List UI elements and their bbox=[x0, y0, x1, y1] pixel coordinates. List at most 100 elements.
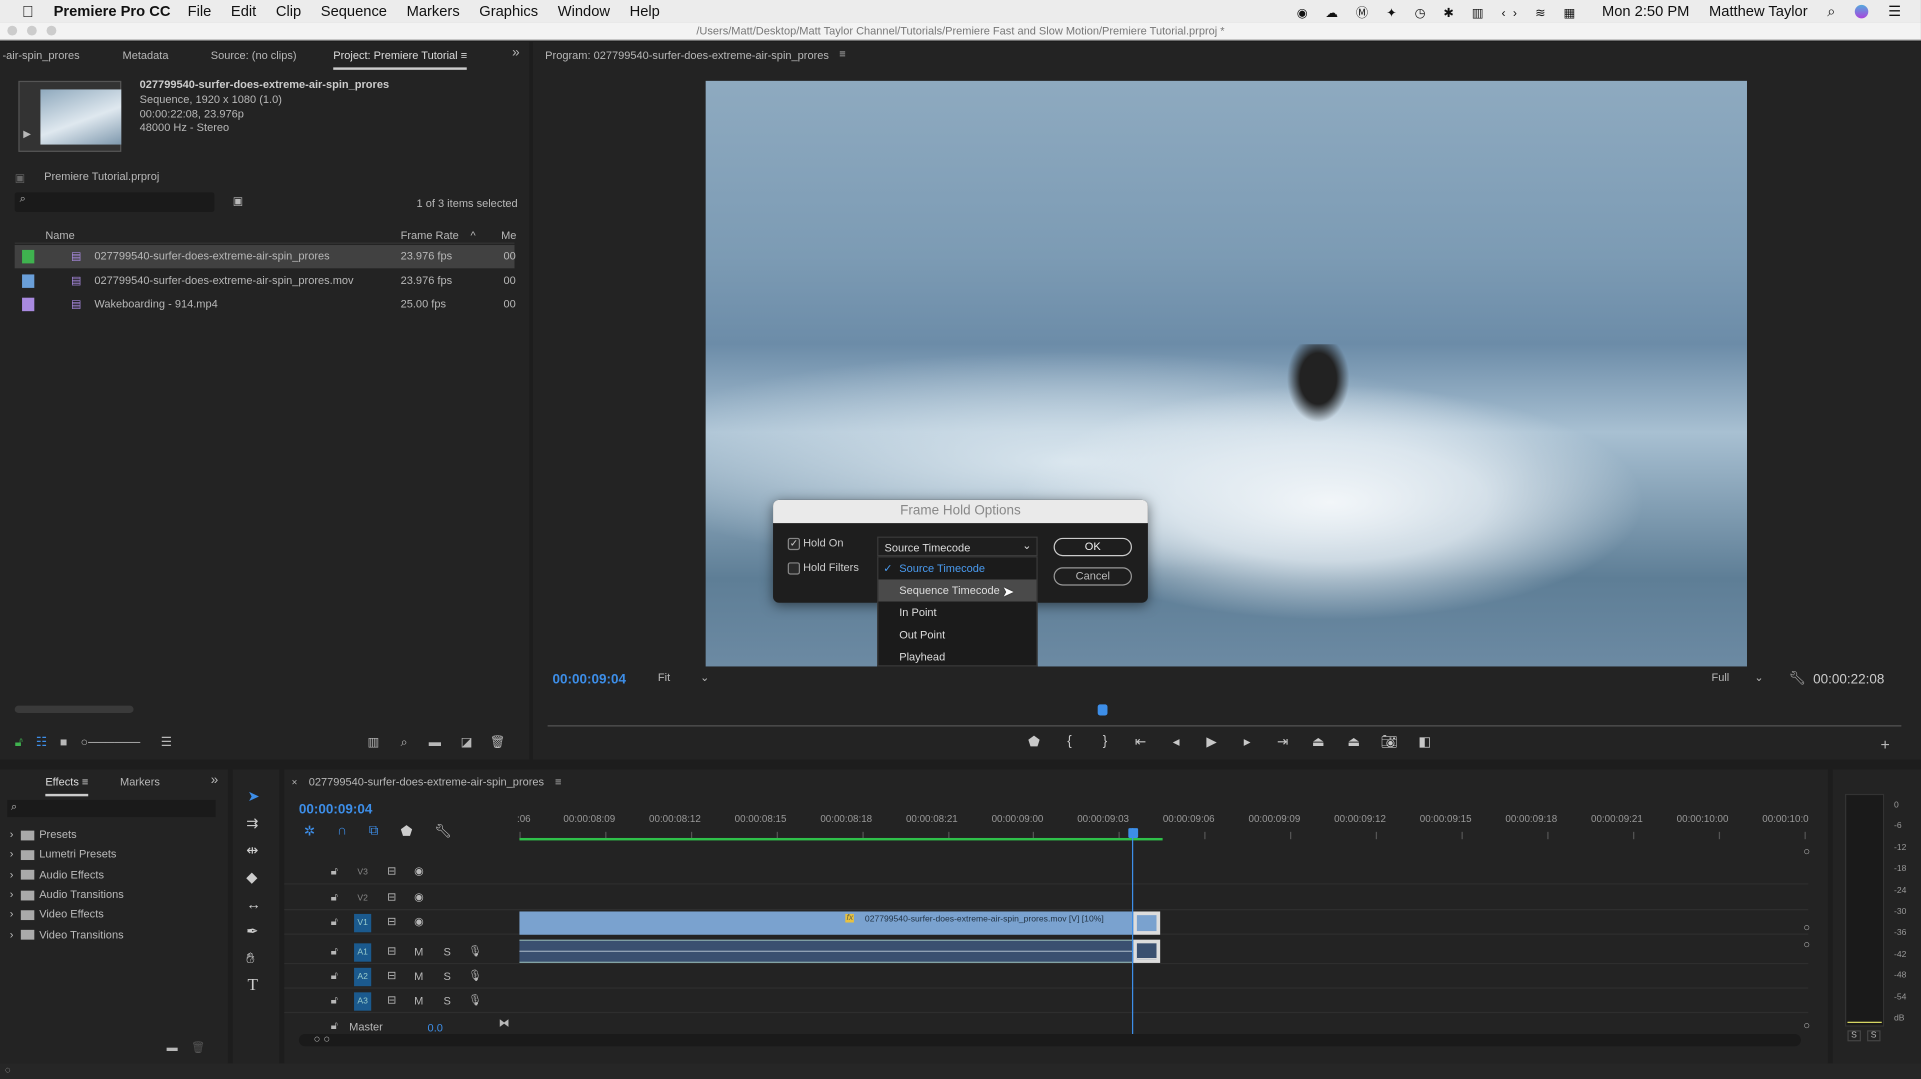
disclosure-triangle-icon[interactable]: › bbox=[10, 928, 14, 940]
trash-icon[interactable]: 🗑︎ bbox=[191, 1041, 205, 1054]
video-clip[interactable]: fx 027799540-surfer-does-extreme-air-spi… bbox=[519, 911, 1134, 935]
effects-search-input[interactable]: ⌕ bbox=[7, 799, 216, 818]
sequence-tab[interactable]: 027799540-surfer-does-extreme-air-spin_p… bbox=[309, 775, 544, 787]
apple-icon[interactable]:  bbox=[22, 2, 34, 20]
lift-icon[interactable]: ⏏ bbox=[1307, 734, 1329, 750]
project-search-input[interactable]: ⌕ bbox=[14, 192, 215, 212]
hold-filters-checkbox[interactable]: Hold Filters bbox=[787, 561, 859, 575]
track-select-tool-icon[interactable]: ⇉ bbox=[246, 815, 258, 832]
column-frame-rate[interactable]: Frame Rate bbox=[401, 229, 459, 241]
ok-button[interactable]: OK bbox=[1053, 537, 1132, 557]
notification-center-icon[interactable]: ☰ bbox=[1888, 2, 1901, 19]
go-to-out-icon[interactable]: ⇥ bbox=[1272, 734, 1294, 750]
menu-sequence[interactable]: Sequence bbox=[321, 2, 387, 19]
wrench-icon[interactable]: 🔧︎ bbox=[1789, 670, 1806, 686]
app-menu[interactable]: Premiere Pro CC bbox=[54, 2, 171, 19]
sync-lock-icon[interactable]: ⊟ bbox=[387, 969, 396, 982]
lock-icon[interactable]: 🔓︎ bbox=[331, 945, 338, 958]
track-target-v3[interactable]: V3 bbox=[354, 864, 371, 882]
eye-icon[interactable]: ◉ bbox=[414, 915, 424, 928]
zoom-level-select[interactable]: Fit ⌄ bbox=[658, 671, 719, 688]
disclosure-triangle-icon[interactable]: › bbox=[10, 888, 14, 900]
list-view-icon[interactable]: ☷ bbox=[36, 736, 47, 749]
lock-icon[interactable]: 🔓︎ bbox=[331, 969, 338, 982]
mute-button[interactable]: M bbox=[414, 946, 423, 958]
horizontal-scrollbar[interactable] bbox=[14, 705, 134, 714]
minimize-window-button[interactable] bbox=[26, 25, 37, 36]
menu-graphics[interactable]: Graphics bbox=[479, 2, 538, 19]
automate-icon[interactable]: ▥ bbox=[368, 736, 380, 749]
clock[interactable]: Mon 2:50 PM bbox=[1602, 2, 1689, 19]
panel-menu-icon[interactable]: ≡ bbox=[839, 48, 845, 60]
microphone-icon[interactable]: 🎙︎ bbox=[468, 969, 482, 982]
tab-markers[interactable]: Markers bbox=[120, 775, 160, 787]
effects-folder[interactable]: › Lumetri Presets bbox=[10, 844, 117, 864]
close-sequence-icon[interactable]: × bbox=[292, 777, 298, 788]
solo-left-button[interactable]: S bbox=[1847, 1030, 1861, 1042]
tab-metadata[interactable]: Metadata bbox=[123, 49, 169, 61]
find-icon[interactable]: ⌕ bbox=[401, 736, 408, 749]
find-icon[interactable]: ▣ bbox=[233, 195, 243, 208]
panel-menu-icon[interactable]: ≡ bbox=[555, 775, 561, 787]
effects-folder[interactable]: › Video Effects bbox=[10, 904, 104, 924]
column-name[interactable]: Name bbox=[45, 229, 74, 241]
more-panels-icon[interactable]: » bbox=[512, 45, 520, 60]
spotlight-search-icon[interactable]: ⌕ bbox=[1827, 2, 1835, 20]
mute-button[interactable]: M bbox=[414, 995, 423, 1007]
zoom-slider[interactable]: ○────── bbox=[81, 736, 140, 749]
time-ruler[interactable] bbox=[547, 704, 1902, 727]
timeline-settings-icon[interactable]: 🔧︎ bbox=[434, 823, 451, 839]
menu-file[interactable]: File bbox=[188, 2, 212, 19]
hold-on-checkbox[interactable]: ✓ Hold On bbox=[787, 537, 844, 550]
clip-thumbnail[interactable]: ▶ bbox=[18, 80, 122, 152]
label-color-swatch[interactable] bbox=[22, 249, 35, 264]
menu-edit[interactable]: Edit bbox=[231, 2, 256, 19]
user-name[interactable]: Matthew Taylor bbox=[1709, 2, 1808, 19]
solo-button[interactable]: S bbox=[443, 946, 450, 958]
go-to-end-icon[interactable]: ⧓ bbox=[499, 1017, 510, 1030]
selection-tool-icon[interactable]: ➤ bbox=[247, 788, 259, 805]
icon-view-icon[interactable]: ■ bbox=[60, 736, 67, 749]
mark-in-icon[interactable]: { bbox=[1058, 734, 1080, 750]
panel-menu-icon[interactable]: ≡ bbox=[82, 775, 88, 787]
disclosure-triangle-icon[interactable]: › bbox=[10, 848, 14, 860]
lock-icon[interactable]: 🔓︎ bbox=[15, 736, 23, 749]
disclosure-triangle-icon[interactable]: › bbox=[10, 868, 14, 880]
slip-tool-icon[interactable]: ↔ bbox=[246, 896, 261, 913]
track-target-a1[interactable]: A1 bbox=[354, 943, 372, 962]
horizontal-zoom-scrollbar[interactable]: ○ ○ bbox=[298, 1033, 1801, 1047]
vertical-zoom-scrollbar[interactable]: ○ ○ ○ ○ bbox=[1803, 845, 1815, 1031]
add-marker-icon[interactable]: ⬟ bbox=[401, 823, 413, 839]
sync-lock-icon[interactable]: ⊟ bbox=[387, 945, 396, 958]
menu-markers[interactable]: Markers bbox=[407, 2, 460, 19]
track-target-a2[interactable]: A2 bbox=[354, 967, 372, 987]
lock-icon[interactable]: 🔓︎ bbox=[331, 865, 338, 878]
playback-resolution-select[interactable]: Full ⌄ bbox=[1711, 671, 1772, 688]
lock-icon[interactable]: 🔓︎ bbox=[331, 1019, 338, 1032]
sync-lock-icon[interactable]: ⊟ bbox=[387, 865, 396, 878]
sync-lock-icon[interactable]: ⊟ bbox=[387, 994, 396, 1007]
snap-icon[interactable]: ∩ bbox=[337, 823, 347, 839]
export-frame-icon[interactable]: 📷︎ bbox=[1378, 734, 1400, 750]
tab-effects[interactable]: Effects ≡ bbox=[45, 775, 89, 797]
label-color-swatch[interactable] bbox=[22, 297, 35, 312]
disclosure-triangle-icon[interactable]: › bbox=[10, 908, 14, 920]
play-icon[interactable]: ▶ bbox=[1201, 734, 1223, 750]
eye-icon[interactable]: ◉ bbox=[414, 865, 424, 878]
hold-on-select[interactable]: Source Timecode ⌄ bbox=[877, 536, 1038, 557]
dropdown-option[interactable]: In Point bbox=[878, 602, 1036, 624]
menu-help[interactable]: Help bbox=[630, 2, 660, 19]
playhead-marker[interactable] bbox=[1097, 704, 1108, 716]
solo-button[interactable]: S bbox=[443, 995, 450, 1007]
lock-icon[interactable]: 🔓︎ bbox=[331, 915, 338, 928]
sync-lock-icon[interactable]: ⊟ bbox=[387, 891, 396, 904]
project-item[interactable]: ▤ 027799540-surfer-does-extreme-air-spin_… bbox=[15, 269, 516, 292]
sync-lock-icon[interactable]: ⊟ bbox=[387, 915, 396, 928]
microphone-icon[interactable]: 🎙︎ bbox=[468, 994, 482, 1007]
siri-icon[interactable] bbox=[1855, 4, 1869, 18]
project-item[interactable]: ▤ 027799540-surfer-does-extreme-air-spin_… bbox=[14, 245, 516, 269]
track-target-v2[interactable]: V2 bbox=[354, 889, 371, 907]
nest-icon[interactable]: ✲ bbox=[304, 823, 315, 839]
lock-icon[interactable]: 🔓︎ bbox=[331, 994, 338, 1007]
add-marker-icon[interactable]: ⬟ bbox=[1023, 734, 1045, 750]
